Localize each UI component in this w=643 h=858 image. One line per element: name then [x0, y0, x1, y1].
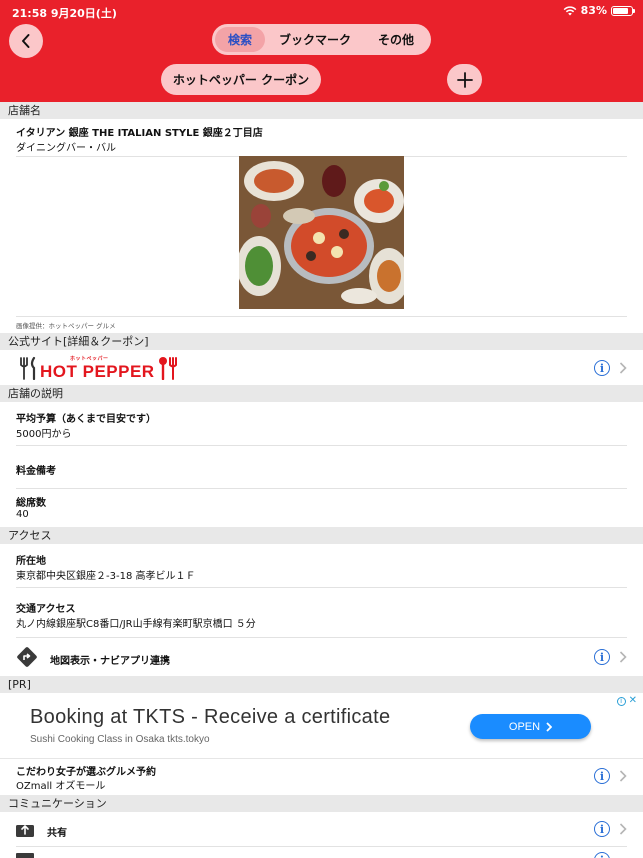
section-official-site: 公式サイト[詳細＆クーポン]: [0, 333, 643, 350]
map-navi-link[interactable]: 地図表示・ナビアプリ連携: [50, 652, 170, 667]
hotpepper-logo-sub: ホットペッパー: [70, 355, 109, 362]
fork-knife-icon: [158, 357, 177, 380]
battery-percent: 83%: [580, 4, 607, 17]
ad-subtitle: Sushi Cooking Class in Osaka tkts.tokyo: [30, 734, 210, 745]
shop-photo: [239, 156, 404, 309]
section-shop-name: 店舗名: [0, 102, 643, 119]
hotpepper-logo: ホットペッパー HOT PEPPER: [40, 355, 155, 380]
address-value: 東京都中央区銀座２-3-18 高孝ビル１Ｆ: [16, 571, 196, 582]
budget-label: 平均予算（あくまで目安です）: [16, 414, 156, 425]
pr-item-sub: OZmall オズモール: [16, 781, 106, 792]
info-icon[interactable]: i: [594, 649, 610, 665]
tab-segmented-control: 検索 ブックマーク その他: [212, 24, 431, 55]
transit-label: 交通アクセス: [16, 604, 76, 615]
divider: [16, 587, 627, 588]
section-access: アクセス: [0, 527, 643, 544]
tab-other[interactable]: その他: [365, 27, 427, 52]
hotpepper-coupon-button[interactable]: ホットペッパー クーポン: [161, 64, 321, 95]
ad-choices[interactable]: i ✕: [616, 695, 637, 706]
ad-open-label: OPEN: [508, 720, 541, 733]
add-button[interactable]: [447, 64, 482, 95]
photo-credit: 画像提供：ホットペッパー グルメ: [16, 322, 116, 330]
address-label: 所在地: [16, 556, 46, 567]
chevron-left-icon: [22, 34, 30, 48]
share-icon: [16, 825, 34, 837]
chevron-right-icon: [619, 362, 627, 374]
share-link[interactable]: 共有: [47, 824, 67, 839]
tab-search[interactable]: 検索: [215, 27, 265, 52]
info-icon[interactable]: i: [594, 852, 610, 858]
advertisement-banner[interactable]: i ✕ Booking at TKTS - Receive a certific…: [0, 694, 643, 759]
chevron-right-icon: [619, 770, 627, 782]
info-icon[interactable]: i: [594, 768, 610, 784]
chevron-right-icon: [546, 721, 553, 732]
seats-label: 総席数: [16, 498, 46, 509]
seats-value: 40: [16, 509, 29, 520]
battery-icon: [611, 5, 635, 16]
chevron-right-icon: [619, 823, 627, 835]
ad-open-button[interactable]: OPEN: [470, 714, 591, 739]
shop-name: イタリアン 銀座 THE ITALIAN STYLE 銀座２丁目店: [16, 128, 263, 139]
plus-icon: [456, 71, 473, 88]
section-description: 店舗の説明: [0, 385, 643, 402]
wifi-icon: [563, 5, 576, 15]
tab-bookmark[interactable]: ブックマーク: [265, 27, 365, 52]
ad-info-icon: i: [616, 696, 626, 706]
directions-icon: [17, 647, 37, 667]
divider: [16, 846, 627, 847]
section-pr: [PR]: [0, 676, 643, 693]
info-icon[interactable]: i: [594, 360, 610, 376]
divider: [16, 637, 627, 638]
divider: [16, 316, 627, 317]
status-time: 21:58 9月20日(土): [12, 7, 117, 20]
info-icon[interactable]: i: [594, 821, 610, 837]
fee-label: 料金備考: [16, 466, 56, 477]
shop-genre: ダイニングバー・バル: [16, 143, 116, 154]
ad-title: Booking at TKTS - Receive a certificate: [30, 706, 391, 728]
divider: [16, 488, 627, 489]
section-communication: コミュニケーション: [0, 795, 643, 812]
next-row-icon: [16, 853, 34, 858]
transit-value: 丸ノ内線銀座駅C8番口/JR山手線有楽町駅京橋口 ５分: [16, 619, 256, 630]
pr-item-title[interactable]: こだわり女子が選ぶグルメ予約: [16, 763, 156, 778]
divider: [16, 445, 627, 446]
budget-value: 5000円から: [16, 429, 72, 440]
fork-knife-icon: [20, 356, 36, 380]
back-button[interactable]: [9, 24, 43, 58]
app-header: 21:58 9月20日(土) 83% 検索 ブックマーク その他 ホットペッパー…: [0, 0, 643, 102]
hotpepper-logo-link[interactable]: ホットペッパー HOT PEPPER: [18, 356, 181, 380]
ad-close-icon: ✕: [628, 695, 637, 706]
hotpepper-logo-text: HOT PEPPER: [40, 361, 155, 381]
chevron-right-icon: [619, 651, 627, 663]
status-indicators: 83%: [563, 4, 635, 17]
